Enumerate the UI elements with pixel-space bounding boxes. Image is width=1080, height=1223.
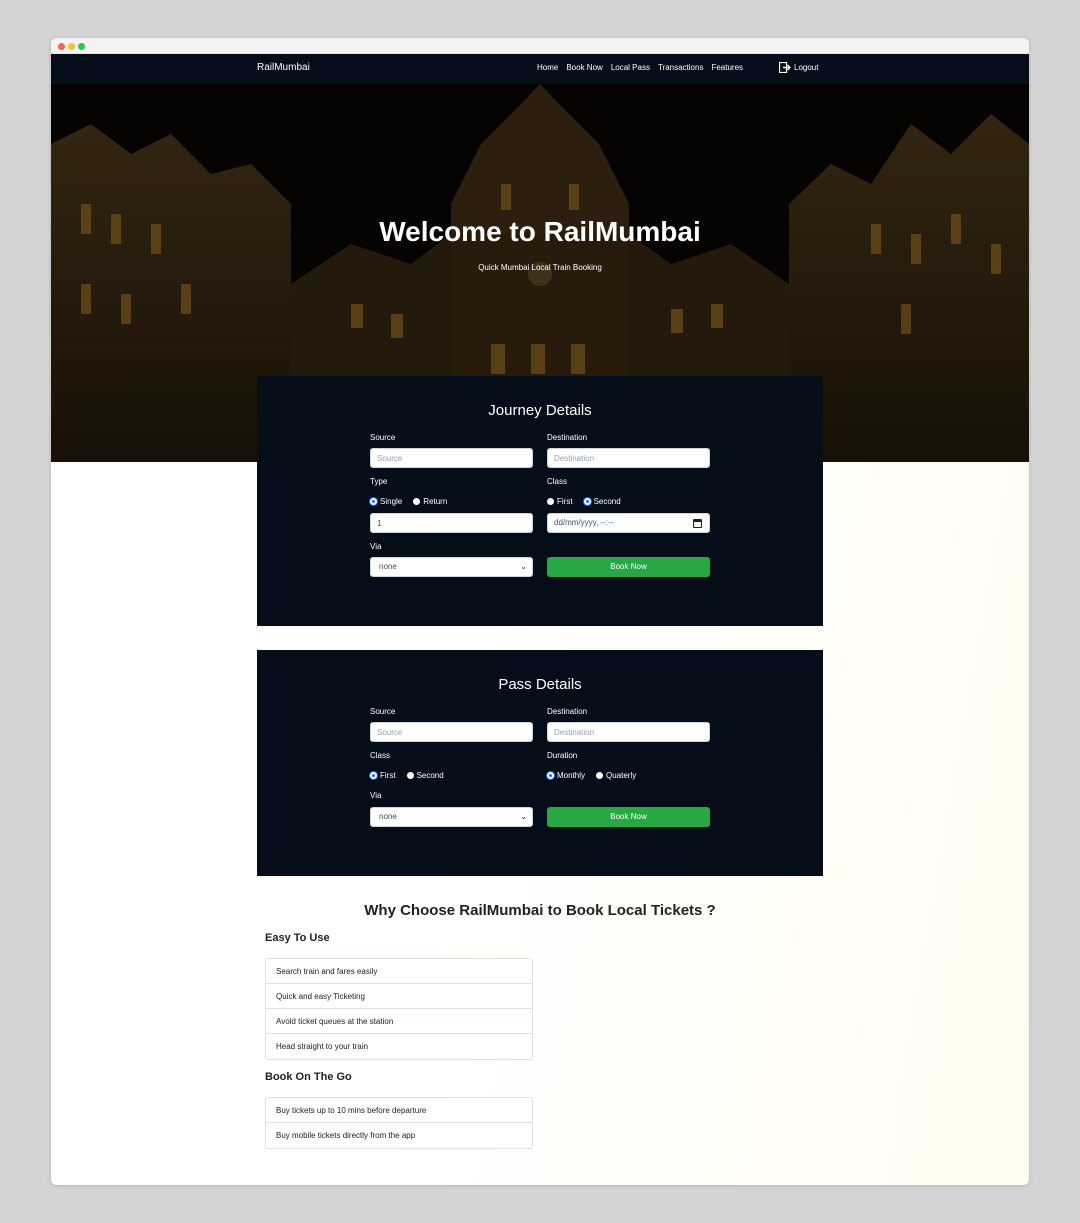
- journey-datetime-input[interactable]: dd/mm/yyyy, --:--: [547, 513, 710, 533]
- nav-transactions[interactable]: Transactions: [658, 63, 704, 72]
- journey-source-label: Source: [370, 433, 396, 442]
- why-choose-title: Why Choose RailMumbai to Book Local Tick…: [364, 902, 716, 919]
- navbar: RailMumbai Home Book Now Local Pass Tran…: [51, 54, 1029, 84]
- brand-logo[interactable]: RailMumbai: [257, 62, 310, 73]
- duration-monthly-label: Monthly: [557, 771, 586, 780]
- class-second-label: Second: [593, 497, 621, 506]
- journey-destination-input[interactable]: [547, 448, 710, 468]
- duration-quaterly-label: Quaterly: [606, 771, 637, 780]
- pass-class-first-label: First: [380, 771, 396, 780]
- logout-icon: [779, 62, 791, 73]
- nav-local-pass[interactable]: Local Pass: [611, 63, 650, 72]
- chevron-down-icon: ⌄: [520, 562, 527, 571]
- duration-monthly-radio[interactable]: [547, 772, 554, 779]
- nav-book-now[interactable]: Book Now: [566, 63, 602, 72]
- pass-via-select[interactable]: none ⌄: [370, 807, 533, 827]
- pass-title: Pass Details: [498, 676, 582, 693]
- type-single-label: Single: [380, 497, 403, 506]
- pass-destination-label: Destination: [547, 707, 588, 716]
- journey-source-input[interactable]: [370, 448, 533, 468]
- class-first-label: First: [557, 497, 573, 506]
- journey-destination-label: Destination: [547, 433, 588, 442]
- pass-class-first-radio[interactable]: [370, 772, 377, 779]
- close-window-dot[interactable]: [58, 43, 65, 50]
- easy-to-use-list: Search train and fares easily Quick and …: [265, 958, 533, 1060]
- calendar-icon[interactable]: [693, 519, 702, 528]
- journey-class-radio-group: First Second: [547, 497, 621, 506]
- maximize-window-dot[interactable]: [78, 43, 85, 50]
- pass-duration-radio-group: Monthly Quaterly: [547, 771, 636, 780]
- journey-type-label: Type: [370, 477, 388, 486]
- page: RailMumbai Home Book Now Local Pass Tran…: [51, 54, 1029, 1185]
- list-item: Quick and easy Ticketing: [266, 984, 532, 1009]
- pass-class-label: Class: [370, 751, 391, 760]
- pass-details-card: Pass Details Source Destination Class Fi…: [257, 650, 823, 876]
- journey-title: Journey Details: [488, 402, 592, 419]
- journey-class-label: Class: [547, 477, 568, 486]
- pass-destination-input[interactable]: [547, 722, 710, 742]
- book-on-the-go-title: Book On The Go: [265, 1071, 352, 1083]
- pass-source-input[interactable]: [370, 722, 533, 742]
- list-item: Avoid ticket queues at the station: [266, 1009, 532, 1034]
- minimize-window-dot[interactable]: [68, 43, 75, 50]
- type-return-label: Return: [423, 497, 448, 506]
- list-item: Head straight to your train: [276, 1042, 369, 1051]
- easy-to-use-title: Easy To Use: [265, 932, 330, 944]
- pass-via-label: Via: [370, 791, 382, 800]
- pass-via-value: none: [379, 812, 397, 821]
- journey-via-label: Via: [370, 542, 382, 551]
- hero-subtitle: Quick Mumbai Local Train Booking: [478, 263, 602, 272]
- class-first-radio[interactable]: [547, 498, 554, 505]
- journey-quantity-input[interactable]: [370, 513, 533, 533]
- journey-datetime-placeholder: dd/mm/yyyy, --:--: [554, 518, 614, 527]
- pass-class-second-label: Second: [416, 771, 444, 780]
- pass-book-now-button[interactable]: Book Now: [547, 807, 710, 827]
- logout-label: Logout: [794, 63, 819, 72]
- pass-class-second-radio[interactable]: [406, 772, 414, 779]
- browser-window: RailMumbai Home Book Now Local Pass Tran…: [51, 38, 1029, 1185]
- pass-source-label: Source: [370, 707, 396, 716]
- list-item: Buy tickets up to 10 mins before departu…: [266, 1098, 532, 1123]
- journey-via-value: none: [379, 562, 397, 571]
- logout-button[interactable]: Logout: [779, 62, 818, 73]
- pass-class-radio-group: First Second: [370, 771, 444, 780]
- journey-type-radio-group: Single Return: [370, 497, 447, 506]
- nav-home[interactable]: Home: [537, 63, 558, 72]
- class-second-radio[interactable]: [583, 498, 591, 505]
- window-titlebar: [51, 38, 1029, 54]
- nav-features[interactable]: Features: [711, 63, 743, 72]
- nav-links: Home Book Now Local Pass Transactions Fe…: [537, 63, 743, 72]
- journey-details-card: Journey Details Source Destination Type …: [257, 376, 823, 626]
- book-on-the-go-list: Buy tickets up to 10 mins before departu…: [265, 1097, 533, 1149]
- chevron-down-icon: ⌄: [520, 812, 527, 821]
- hero-title: Welcome to RailMumbai: [379, 216, 701, 247]
- list-item: Search train and fares easily: [266, 959, 532, 984]
- pass-duration-label: Duration: [547, 751, 578, 760]
- journey-via-select[interactable]: none ⌄: [370, 557, 533, 577]
- list-item: Buy mobile tickets directly from the app: [276, 1131, 416, 1140]
- type-return-radio[interactable]: [413, 498, 421, 505]
- duration-quaterly-radio[interactable]: [596, 772, 604, 779]
- type-single-radio[interactable]: [370, 498, 377, 505]
- journey-book-now-button[interactable]: Book Now: [547, 557, 710, 577]
